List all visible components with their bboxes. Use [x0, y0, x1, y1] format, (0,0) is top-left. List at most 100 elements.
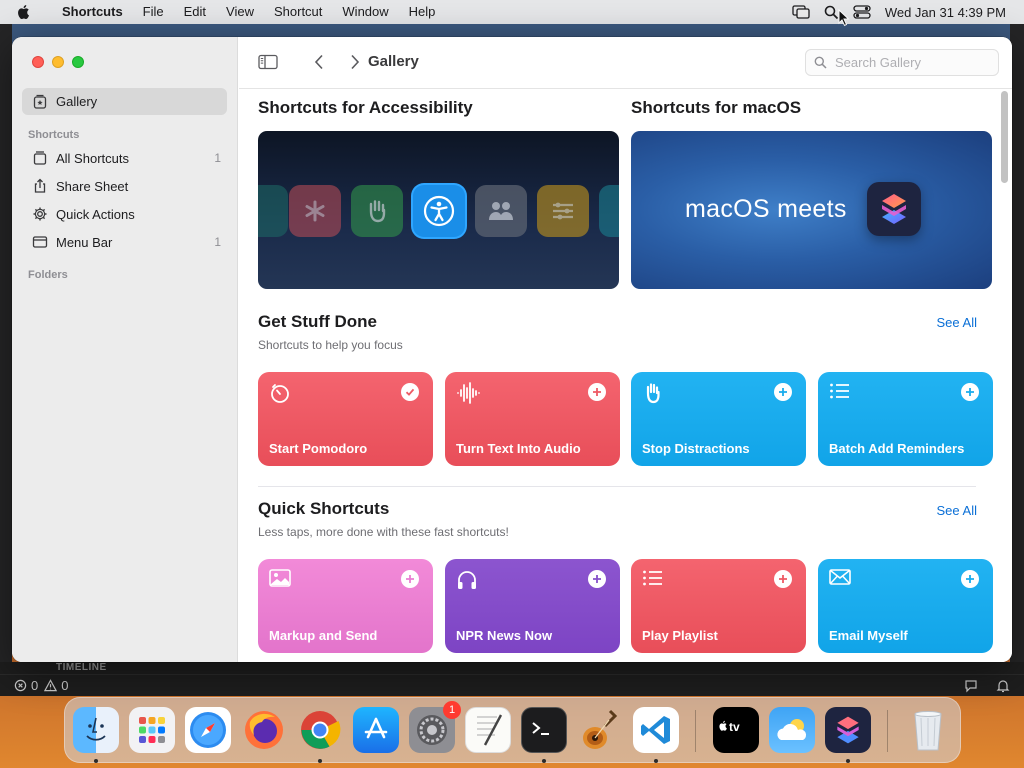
menu-edit[interactable]: Edit [174, 0, 216, 24]
shortcut-card-email-myself[interactable]: Email Myself [818, 559, 993, 653]
add-shortcut-button[interactable] [961, 570, 979, 588]
sidebar-section-shortcuts: Shortcuts [28, 129, 80, 141]
main-content: Gallery Search Gallery Shortcuts for Acc… [239, 37, 1012, 662]
see-all-link[interactable]: See All [937, 503, 977, 518]
error-count: 0 [31, 678, 39, 693]
shortcut-card-batch-add-reminders[interactable]: Batch Add Reminders [818, 372, 993, 466]
see-all-link[interactable]: See All [937, 315, 977, 330]
shortcut-card-turn-text-into-audio[interactable]: Turn Text Into Audio [445, 372, 620, 466]
dock-shortcuts-icon[interactable] [825, 707, 871, 753]
sidebar-item-label: Quick Actions [56, 206, 135, 222]
sidebar-toggle-icon [258, 54, 278, 70]
add-shortcut-button[interactable] [588, 570, 606, 588]
menu-view[interactable]: View [216, 0, 264, 24]
shortcut-name: Turn Text Into Audio [456, 441, 581, 456]
add-shortcut-button[interactable] [588, 383, 606, 401]
menu-bar: Shortcuts File Edit View Shortcut Window… [0, 0, 1024, 27]
hand-icon [351, 185, 403, 237]
run-shortcut-button[interactable] [401, 383, 419, 401]
zoom-window-button[interactable] [72, 56, 84, 68]
plus-icon [593, 388, 601, 396]
gallery-scroll-area[interactable]: Shortcuts for Accessibility Shortcuts fo… [239, 90, 1012, 662]
menu-help[interactable]: Help [399, 0, 446, 24]
featured-card-macos[interactable]: macOS meets [631, 131, 992, 289]
sidebar-item-menu-bar[interactable]: Menu Bar 1 [22, 229, 227, 255]
sidebar-item-quick-actions[interactable]: Quick Actions [22, 201, 227, 227]
plus-icon [966, 575, 974, 583]
plus-icon [779, 388, 787, 396]
add-shortcut-button[interactable] [401, 570, 419, 588]
shortcut-name: NPR News Now [456, 628, 553, 643]
sidebar-item-count: 1 [214, 235, 221, 249]
vertical-scrollbar[interactable] [1001, 91, 1008, 183]
search-icon [814, 56, 827, 69]
shortcut-card-stop-distractions[interactable]: Stop Distractions [631, 372, 806, 466]
dock-firefox-icon[interactable] [241, 707, 287, 753]
sidebar-item-share-sheet[interactable]: Share Sheet [22, 173, 227, 199]
dock-vscode-icon[interactable] [633, 707, 679, 753]
dock-launchpad-icon[interactable] [129, 707, 175, 753]
dock-textedit-icon[interactable] [465, 707, 511, 753]
feedback-icon[interactable] [964, 679, 978, 693]
shortcut-card-markup-and-send[interactable]: Markup and Send [258, 559, 433, 653]
accessibility-tile-icon [599, 185, 619, 237]
menu-shortcut[interactable]: Shortcut [264, 0, 332, 24]
apple-menu[interactable] [16, 4, 40, 20]
shortcut-card-npr-news-now[interactable]: NPR News Now [445, 559, 620, 653]
dock-system-settings-icon[interactable]: 1 [409, 701, 461, 753]
featured-card-accessibility[interactable] [258, 131, 619, 289]
back-button[interactable] [309, 52, 329, 72]
shortcut-name: Email Myself [829, 628, 908, 643]
shortcut-name: Stop Distractions [642, 441, 750, 456]
add-shortcut-button[interactable] [774, 383, 792, 401]
dock-weather-icon[interactable] [769, 707, 815, 753]
dock-app-store-icon[interactable] [353, 707, 399, 753]
search-input[interactable]: Search Gallery [835, 55, 921, 70]
toggle-sidebar-button[interactable] [256, 52, 280, 72]
apple-icon [18, 4, 30, 20]
stack-icon [33, 151, 47, 165]
sidebar-item-all-shortcuts[interactable]: All Shortcuts 1 [22, 145, 227, 171]
dock-safari-icon[interactable] [185, 707, 231, 753]
waveform-icon [457, 382, 480, 404]
screen-mirroring-icon[interactable] [792, 5, 810, 19]
dock: 1 tv [64, 697, 961, 763]
section-title-get-stuff-done: Get Stuff Done [258, 312, 377, 331]
shortcut-card-play-playlist[interactable]: Play Playlist [631, 559, 806, 653]
control-center-icon[interactable] [853, 5, 871, 19]
dock-apple-tv-icon[interactable]: tv [713, 707, 759, 753]
sidebar-item-gallery[interactable]: Gallery [22, 88, 227, 115]
minimize-window-button[interactable] [52, 56, 64, 68]
sidebar: Gallery Shortcuts All Shortcuts 1 Share … [12, 37, 238, 662]
running-indicator [318, 759, 322, 763]
menubar-clock[interactable]: Wed Jan 31 4:39 PM [885, 5, 1006, 20]
bell-icon[interactable] [996, 679, 1010, 693]
spotlight-search-icon[interactable] [824, 5, 839, 20]
shortcut-name: Markup and Send [269, 628, 378, 643]
dock-trash-icon[interactable] [905, 707, 951, 753]
menu-file[interactable]: File [133, 0, 174, 24]
dock-terminal-icon[interactable] [521, 707, 567, 753]
menu-app-name[interactable]: Shortcuts [52, 0, 133, 24]
timeline-panel-label[interactable]: TIMELINE [56, 662, 107, 673]
sidebar-item-label: Gallery [56, 94, 98, 109]
accessibility-icon [413, 185, 465, 237]
search-field[interactable]: Search Gallery [805, 49, 999, 76]
warnings-indicator[interactable]: 0 [44, 678, 68, 693]
close-window-button[interactable] [32, 56, 44, 68]
errors-indicator[interactable]: 0 [14, 678, 38, 693]
dock-chrome-icon[interactable] [297, 707, 343, 753]
toolbar: Gallery Search Gallery [239, 37, 1012, 89]
shortcut-card-start-pomodoro[interactable]: Start Pomodoro [258, 372, 433, 466]
accessibility-tile-icon [258, 185, 288, 237]
menu-window[interactable]: Window [332, 0, 398, 24]
dock-finder-icon[interactable] [73, 707, 119, 753]
plus-icon [406, 575, 414, 583]
list-icon [830, 383, 849, 399]
warning-count: 0 [61, 678, 69, 693]
add-shortcut-button[interactable] [961, 383, 979, 401]
dock-garageband-icon[interactable] [577, 707, 623, 753]
featured-title-macos: Shortcuts for macOS [631, 98, 802, 117]
forward-button[interactable] [345, 52, 365, 72]
add-shortcut-button[interactable] [774, 570, 792, 588]
